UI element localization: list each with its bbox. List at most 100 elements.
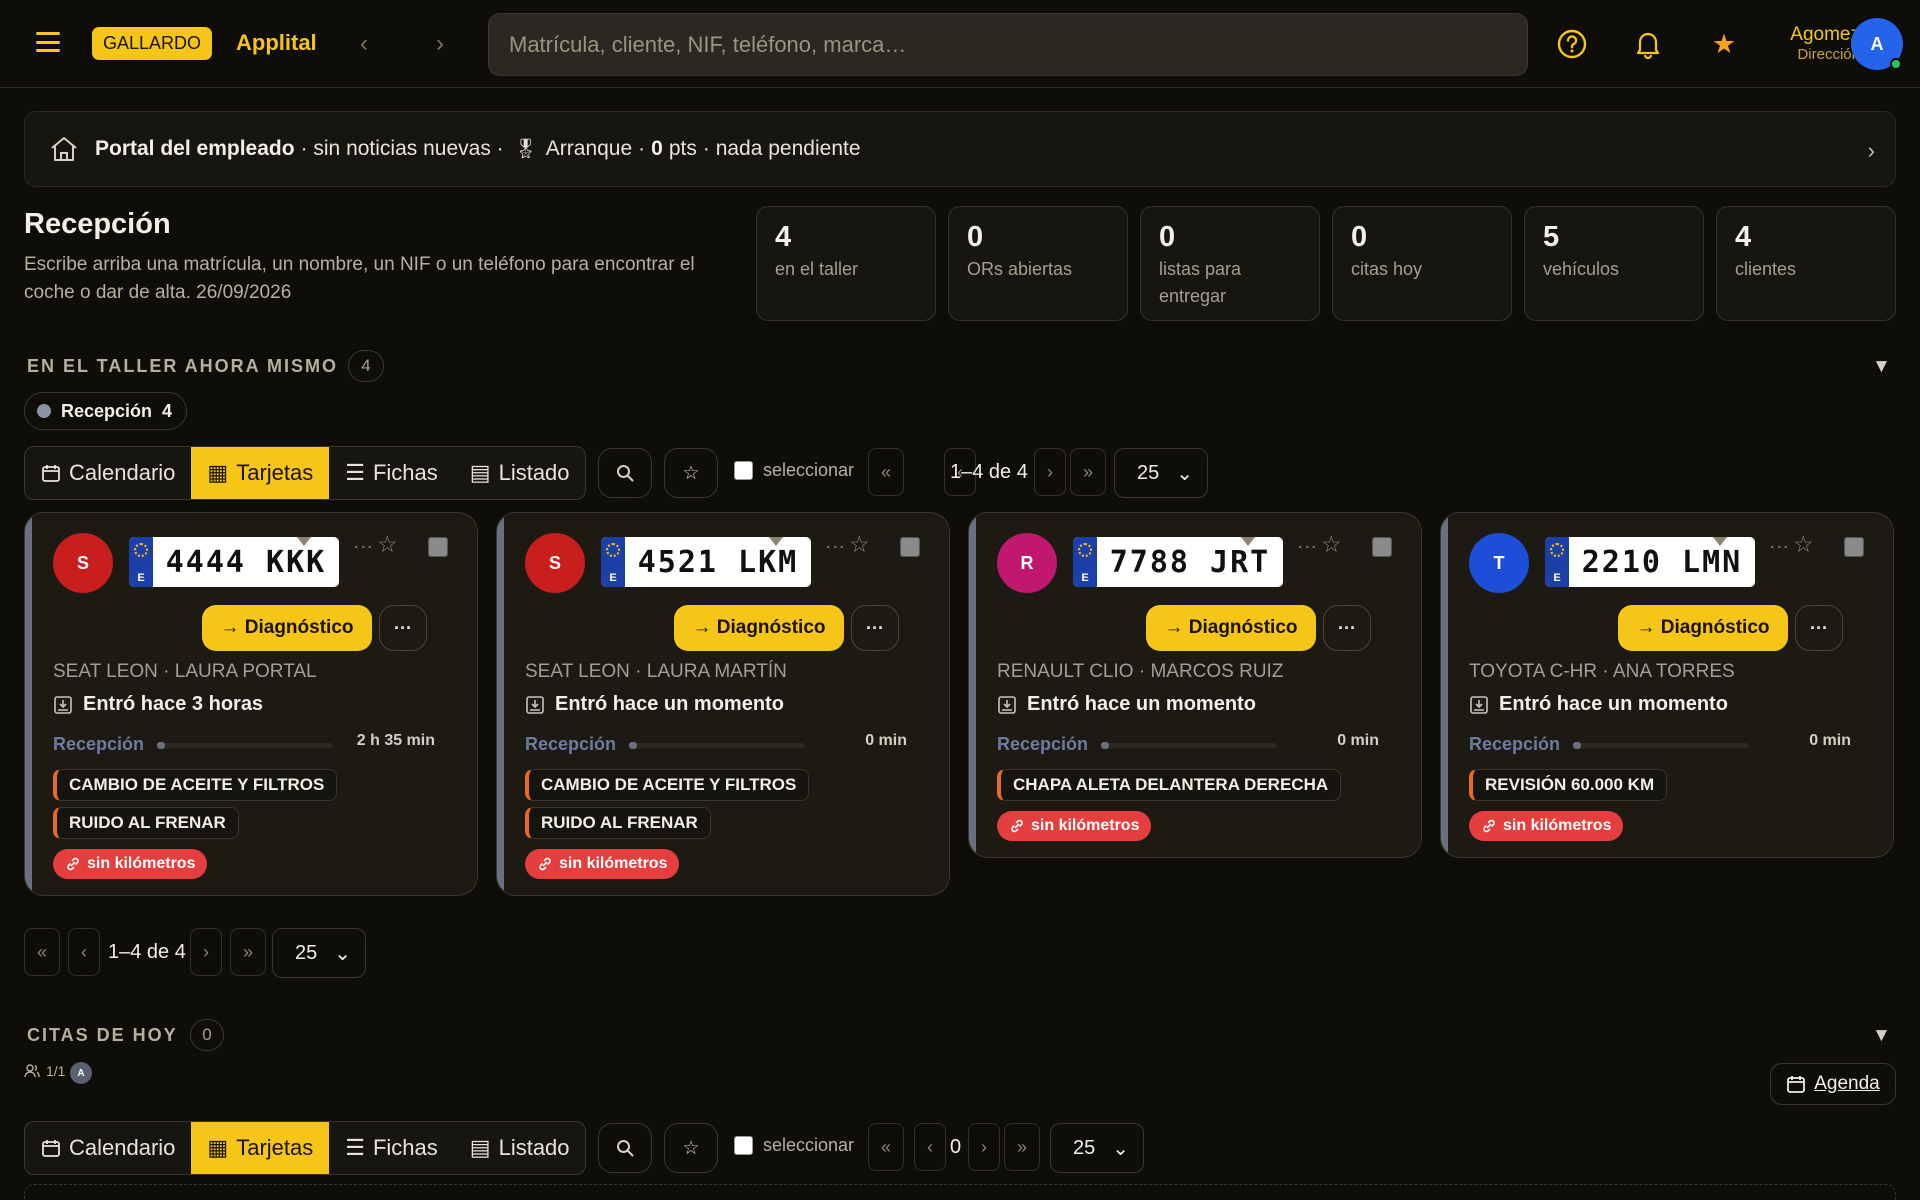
favorite-star-icon[interactable]: ☆	[377, 531, 398, 558]
card-select-checkbox[interactable]	[1372, 537, 1392, 557]
select-toggle[interactable]: seleccionar	[734, 1135, 854, 1156]
portal-points: 0	[651, 137, 663, 160]
advance-diagnosis-button[interactable]: → Diagnóstico	[1618, 605, 1788, 651]
vehicle-card[interactable]: T E 2210 LMN ⋮ ☆ → Diagnóstico ··· TOYOT…	[1440, 512, 1894, 858]
advance-diagnosis-button[interactable]: → Diagnóstico	[202, 605, 372, 651]
plate-dropdown-icon[interactable]	[297, 537, 311, 546]
job-tag[interactable]: CHAPA ALETA DELANTERA DERECHA	[997, 769, 1342, 801]
back-arrow-icon[interactable]: ‹	[360, 30, 368, 58]
table-icon: ▤	[469, 460, 491, 485]
drag-handle-icon[interactable]: ⋮	[1295, 537, 1319, 555]
drag-handle-icon[interactable]: ⋮	[351, 537, 375, 555]
card-select-checkbox[interactable]	[428, 537, 448, 557]
advance-diagnosis-button[interactable]: → Diagnóstico	[674, 605, 844, 651]
job-tag[interactable]: RUIDO AL FRENAR	[53, 807, 239, 839]
favorite-star-icon[interactable]: ☆	[1321, 531, 1342, 558]
view-calendar-button[interactable]: Calendario	[25, 447, 191, 499]
last-page-button[interactable]: »	[1070, 448, 1106, 496]
view-cards-button[interactable]: ▦ Tarjetas	[191, 447, 330, 499]
view-sheets-button[interactable]: ☰ Fichas	[329, 447, 454, 499]
next-page-button[interactable]: ›	[1034, 448, 1066, 496]
first-page-button[interactable]: «	[868, 448, 904, 496]
prev-page-button[interactable]: ‹	[914, 1123, 946, 1171]
job-tag[interactable]: CAMBIO DE ACEITE Y FILTROS	[525, 769, 810, 801]
plate-number: 2210 LMN	[1581, 544, 1743, 580]
more-options-button[interactable]: ···	[1323, 605, 1371, 651]
more-options-button[interactable]: ···	[1795, 605, 1843, 651]
select-checkbox[interactable]	[734, 461, 753, 480]
favorite-star-icon[interactable]: ☆	[1793, 531, 1814, 558]
page-size-select[interactable]: 25 ⌄	[272, 928, 366, 978]
next-page-button[interactable]: ›	[190, 928, 222, 976]
stage-progress-track	[157, 742, 333, 749]
more-options-button[interactable]: ···	[851, 605, 899, 651]
more-options-button[interactable]: ···	[379, 605, 427, 651]
missing-mileage-badge[interactable]: sin kilómetros	[53, 849, 208, 879]
forward-arrow-icon[interactable]: ›	[436, 30, 444, 58]
search-icon[interactable]	[598, 448, 652, 498]
job-tag[interactable]: RUIDO AL FRENAR	[525, 807, 711, 839]
user-role: Dirección	[1797, 46, 1860, 63]
staff-avatar[interactable]: A	[70, 1062, 92, 1084]
next-page-button[interactable]: ›	[968, 1123, 1000, 1171]
view-list-button[interactable]: ▤ Listado	[454, 1122, 585, 1174]
first-page-button[interactable]: «	[868, 1123, 904, 1171]
stat-ready-to-deliver[interactable]: 0 listas para entregar	[1140, 206, 1320, 321]
favorite-star-icon[interactable]: ☆	[849, 531, 870, 558]
plate-dropdown-icon[interactable]	[769, 537, 783, 546]
brand-badge[interactable]: GALLARDO	[92, 27, 213, 60]
plate-dropdown-icon[interactable]	[1241, 537, 1255, 546]
select-toggle[interactable]: seleccionar	[734, 460, 854, 481]
view-cards-button[interactable]: ▦ Tarjetas	[191, 1122, 330, 1174]
stat-open-orders[interactable]: 0 ORs abiertas	[948, 206, 1128, 321]
favorites-filter-icon[interactable]: ☆	[664, 448, 718, 498]
section-title-appointments[interactable]: CITAS DE HOY	[27, 1025, 178, 1046]
status-filter-chip[interactable]: Recepción 4	[24, 392, 188, 430]
drag-handle-icon[interactable]: ⋮	[823, 537, 847, 555]
user-name[interactable]: Agomez	[1760, 24, 1860, 46]
vehicle-card[interactable]: S E 4444 KKK ⋮ ☆ → Diagnóstico ··· SEAT …	[24, 512, 478, 896]
collapse-triangle-icon[interactable]: ▼	[1872, 356, 1891, 378]
job-tag[interactable]: REVISIÓN 60.000 KM	[1469, 769, 1668, 801]
last-page-button[interactable]: »	[230, 928, 266, 976]
missing-mileage-badge[interactable]: sin kilómetros	[1469, 811, 1624, 841]
favorites-star-icon[interactable]: ★	[1708, 28, 1740, 60]
missing-mileage-badge[interactable]: sin kilómetros	[525, 849, 680, 879]
vehicle-card[interactable]: R E 7788 JRT ⋮ ☆ → Diagnóstico ··· RENAU…	[968, 512, 1422, 858]
staff-indicator[interactable]: 1/1	[24, 1063, 65, 1079]
search-input[interactable]	[488, 13, 1528, 76]
stat-in-workshop[interactable]: 4 en el taller	[756, 206, 936, 321]
app-name[interactable]: Applital	[236, 30, 317, 56]
plate-dropdown-icon[interactable]	[1713, 537, 1727, 546]
help-icon[interactable]	[1556, 28, 1588, 60]
stat-clients[interactable]: 4 clientes	[1716, 206, 1896, 321]
vehicle-card[interactable]: S E 4521 LKM ⋮ ☆ → Diagnóstico ··· SEAT …	[496, 512, 950, 896]
missing-mileage-badge[interactable]: sin kilómetros	[997, 811, 1152, 841]
favorites-filter-icon[interactable]: ☆	[664, 1123, 718, 1173]
advance-diagnosis-button[interactable]: → Diagnóstico	[1146, 605, 1316, 651]
card-select-checkbox[interactable]	[1844, 537, 1864, 557]
section-title-workshop[interactable]: EN EL TALLER AHORA MISMO	[27, 356, 338, 377]
prev-page-button[interactable]: ‹	[68, 928, 100, 976]
drag-handle-icon[interactable]: ⋮	[1767, 537, 1791, 555]
view-calendar-button[interactable]: Calendario	[25, 1122, 191, 1174]
view-sheets-button[interactable]: ☰ Fichas	[329, 1122, 454, 1174]
portal-points-suffix: pts	[668, 137, 697, 160]
view-list-button[interactable]: ▤ Listado	[454, 447, 585, 499]
search-icon[interactable]	[598, 1123, 652, 1173]
stat-vehicles[interactable]: 5 vehículos	[1524, 206, 1704, 321]
card-select-checkbox[interactable]	[900, 537, 920, 557]
first-page-button[interactable]: «	[24, 928, 60, 976]
page-size-select[interactable]: 25 ⌄	[1114, 448, 1208, 498]
collapse-triangle-icon[interactable]: ▼	[1872, 1025, 1891, 1047]
employee-portal-banner[interactable]: Portal del empleado · sin noticias nueva…	[24, 111, 1896, 187]
select-checkbox[interactable]	[734, 1136, 753, 1155]
page-size-select[interactable]: 25 ⌄	[1050, 1123, 1144, 1173]
stat-appointments-today[interactable]: 0 citas hoy	[1332, 206, 1512, 321]
bell-icon[interactable]	[1632, 28, 1664, 60]
job-tag[interactable]: CAMBIO DE ACEITE Y FILTROS	[53, 769, 338, 801]
last-page-button[interactable]: »	[1004, 1123, 1040, 1171]
online-status-dot	[1890, 58, 1902, 70]
agenda-button[interactable]: Agenda	[1770, 1063, 1896, 1105]
menu-icon[interactable]	[36, 30, 60, 54]
